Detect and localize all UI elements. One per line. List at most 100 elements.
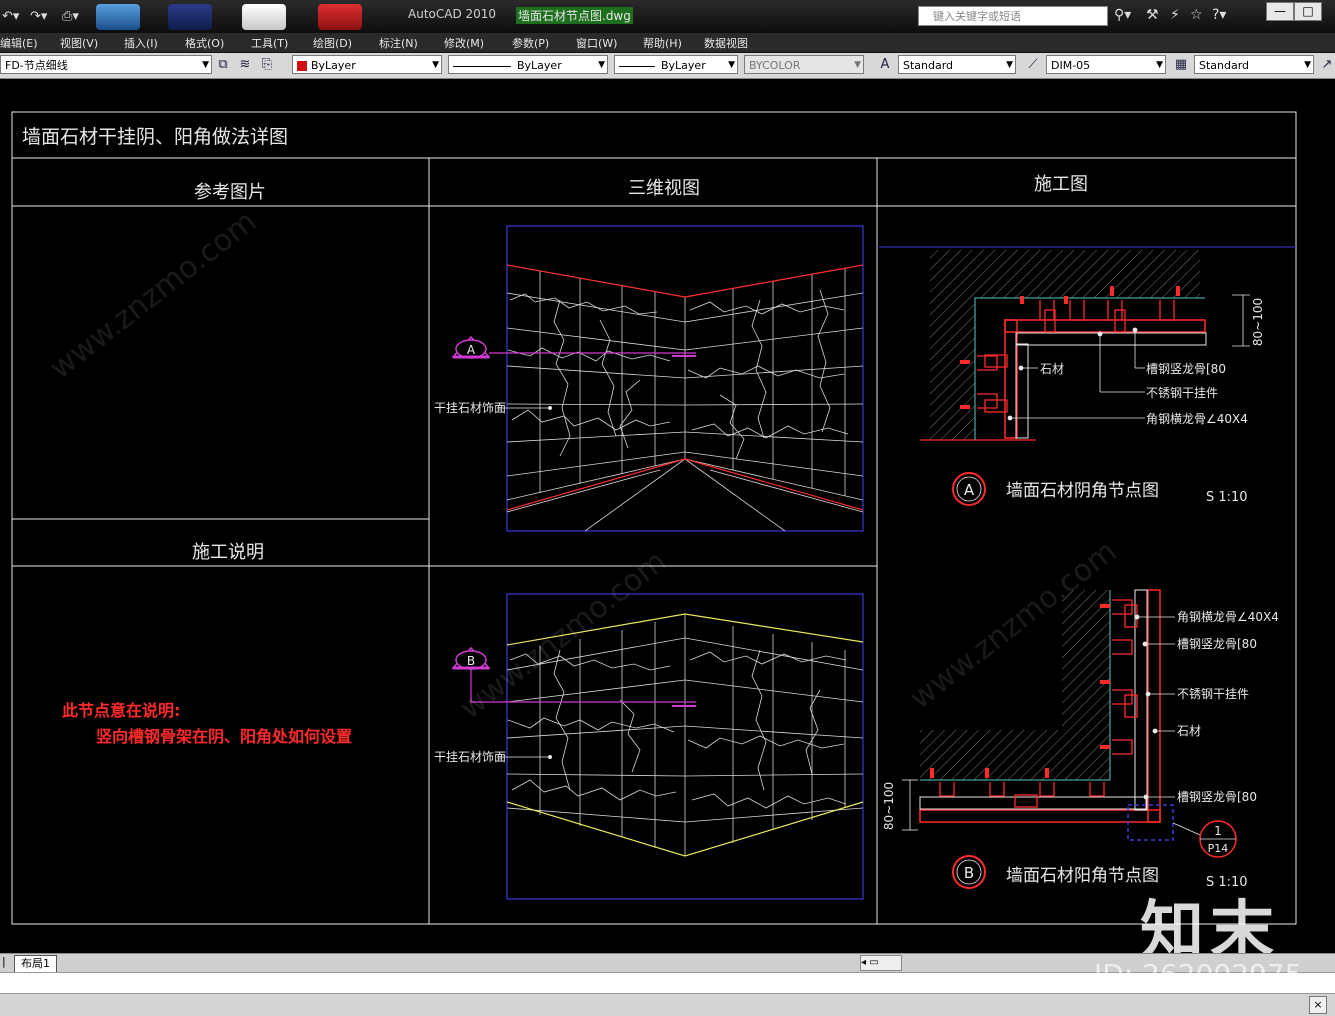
dim-style-icon[interactable]: ⟋	[1024, 56, 1042, 74]
app-title: AutoCAD 2010	[408, 7, 497, 21]
plotstyle-value: BYCOLOR	[749, 59, 801, 72]
help-icon[interactable]: ?▾	[1212, 7, 1226, 23]
app-icon-1[interactable]	[96, 4, 140, 30]
color-dropdown[interactable]: ByLayer ▼	[292, 55, 442, 74]
minimize-button[interactable]: —	[1266, 2, 1294, 21]
detail-a-marker: A	[964, 481, 975, 499]
layer-state-icon[interactable]: ≋	[236, 56, 254, 74]
watermark-url-1: www.znzmo.com	[43, 204, 263, 386]
chevron-down-icon: ▼	[854, 60, 861, 70]
menu-view[interactable]: 视图(V)	[60, 35, 98, 51]
menu-insert[interactable]: 插入(I)	[124, 35, 158, 51]
document-title: 墙面石材节点图.dwg	[516, 7, 633, 24]
menu-help[interactable]: 帮助(H)	[643, 35, 682, 51]
linetype-value: ByLayer	[517, 59, 562, 72]
layer-prev-icon[interactable]: ⎘	[258, 56, 276, 74]
leader-finish-b: 干挂石材饰面	[434, 750, 552, 764]
horizontal-scrollbar[interactable]: ◂ ▭	[860, 955, 902, 971]
redo-icon[interactable]: ↷▾	[30, 6, 47, 28]
ref-sheet: P14	[1208, 842, 1229, 855]
a-callout-stone: 石材	[1040, 362, 1064, 376]
wrench-icon[interactable]: ⚒	[1146, 7, 1159, 23]
layer-value: FD-节点细线	[5, 59, 68, 72]
chevron-down-icon: ▼	[1006, 60, 1013, 70]
color-swatch	[297, 61, 307, 71]
chevron-down-icon: ▼	[202, 60, 209, 70]
menu-tools[interactable]: 工具(T)	[251, 35, 288, 51]
header-3d-view: 三维视图	[628, 178, 700, 199]
marker-b-label: B	[467, 654, 475, 668]
menu-modify[interactable]: 修改(M)	[444, 35, 484, 51]
menu-parameter[interactable]: 参数(P)	[512, 35, 549, 51]
detail-b-title: 墙面石材阳角节点图	[1006, 866, 1159, 886]
menu-dataview[interactable]: 数据视图	[704, 35, 748, 51]
3d-view-inside-corner	[506, 225, 864, 532]
chevron-down-icon: ▼	[598, 60, 605, 70]
dim-a-text: 80~100	[1251, 298, 1265, 346]
lineweight-preview	[619, 65, 655, 67]
detail-a-scale: S 1:10	[1206, 490, 1248, 505]
tab-layout1[interactable]: 布局1	[14, 955, 57, 973]
drawing-canvas[interactable]: 墙面石材干挂阴、阳角做法详图 参考图片 三维视图 施工图 施工说明 此节点意在说…	[0, 79, 1335, 952]
properties-toolbar: FD-节点细线 ▼ ⧉ ≋ ⎘ ByLayer ▼ ByLayer ▼ ByLayer…	[0, 53, 1335, 79]
a-callout-hanger: 不锈钢干挂件	[1146, 386, 1218, 400]
linetype-preview	[453, 65, 511, 67]
multileader-icon[interactable]: ↗	[1318, 56, 1335, 74]
search-input[interactable]: 键入关键字或短语	[918, 6, 1108, 26]
status-bar: ×	[0, 993, 1335, 1016]
a-callout-channel: 槽钢竖龙骨[80	[1146, 362, 1226, 376]
header-notes: 施工说明	[192, 542, 264, 563]
detail-b-outside-corner: 80~100 角钢横龙骨∠40X4 槽钢竖龙骨[80 不锈钢干挂件 石材 槽钢竖…	[882, 589, 1279, 890]
b-callout-stone: 石材	[1177, 724, 1201, 738]
chevron-down-icon: ▼	[1156, 60, 1163, 70]
app-icon-4[interactable]	[318, 4, 362, 30]
section-marker-a: A	[451, 335, 696, 359]
menu-edit[interactable]: 编辑(E)	[0, 35, 38, 51]
maximize-button[interactable]: □	[1294, 2, 1322, 21]
leader-a-text: 干挂石材饰面	[434, 401, 506, 415]
dim-style-value: DIM-05	[1051, 59, 1091, 72]
b-callout-angle: 角钢横龙骨∠40X4	[1177, 610, 1279, 624]
undo-icon[interactable]: ↶▾	[2, 6, 19, 28]
text-style-dropdown[interactable]: Standard ▼	[898, 55, 1016, 74]
app-icon-3[interactable]	[242, 4, 286, 30]
menu-format[interactable]: 格式(O)	[185, 35, 224, 51]
dim-b-text: 80~100	[882, 782, 896, 830]
detail-a-title: 墙面石材阴角节点图	[1006, 481, 1159, 501]
text-style-icon[interactable]: A	[876, 56, 894, 74]
text-style-value: Standard	[903, 59, 954, 72]
b-callout-channel: 槽钢竖龙骨[80	[1177, 637, 1257, 651]
chevron-down-icon: ▼	[728, 60, 735, 70]
star-icon[interactable]: ☆	[1190, 7, 1203, 23]
dim-style-dropdown[interactable]: DIM-05 ▼	[1046, 55, 1166, 74]
table-style-dropdown[interactable]: Standard ▼	[1194, 55, 1314, 74]
close-icon[interactable]: ×	[1309, 996, 1327, 1014]
watermark-url-2: www.znzmo.com	[453, 544, 673, 726]
lineweight-dropdown[interactable]: ByLayer ▼	[614, 55, 738, 74]
model-tab-edge[interactable]: |	[2, 955, 6, 968]
chevron-down-icon: ▼	[1304, 60, 1311, 70]
table-style-value: Standard	[1199, 59, 1250, 72]
leader-b-text: 干挂石材饰面	[434, 750, 506, 764]
plotstyle-dropdown[interactable]: BYCOLOR ▼	[744, 55, 864, 74]
app-icon-2[interactable]	[168, 4, 212, 30]
detail-b-marker: B	[964, 864, 974, 882]
watermark-id: ID: 262002975	[1094, 958, 1303, 991]
layer-props-icon[interactable]: ⧉	[214, 56, 232, 74]
layer-dropdown[interactable]: FD-节点细线 ▼	[0, 55, 212, 74]
menu-window[interactable]: 窗口(W)	[576, 35, 617, 51]
menu-dimension[interactable]: 标注(N)	[379, 35, 418, 51]
chevron-down-icon: ▼	[432, 60, 439, 70]
antenna-icon[interactable]: ⚡	[1170, 7, 1180, 23]
ref-number: 1	[1214, 824, 1222, 838]
linetype-dropdown[interactable]: ByLayer ▼	[448, 55, 608, 74]
binoculars-icon[interactable]: ⚲▾	[1114, 7, 1131, 23]
print-icon[interactable]: ⎙▾	[62, 6, 79, 28]
drawing-title: 墙面石材干挂阴、阳角做法详图	[22, 126, 288, 148]
search-placeholder: 键入关键字或短语	[933, 10, 1021, 23]
note-line-1: 此节点意在说明:	[62, 701, 180, 720]
table-style-icon[interactable]: ▦	[1172, 56, 1190, 74]
marker-a-label: A	[467, 343, 476, 357]
menu-draw[interactable]: 绘图(D)	[313, 35, 352, 51]
a-callout-angle: 角钢横龙骨∠40X4	[1146, 412, 1248, 426]
